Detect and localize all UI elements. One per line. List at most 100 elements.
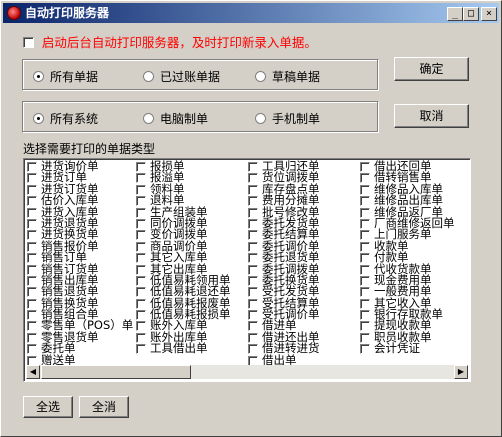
doc-type-item[interactable]: 工具借出单 [136, 343, 231, 355]
doc-type-checkbox[interactable] [136, 173, 146, 184]
doc-type-checkbox[interactable] [248, 207, 258, 218]
doc-type-checkbox[interactable] [248, 344, 258, 355]
doc-type-checkbox[interactable] [27, 184, 37, 195]
doc-type-checkbox[interactable] [136, 310, 146, 321]
doc-type-checkbox[interactable] [136, 264, 146, 275]
doc-type-checkbox[interactable] [136, 162, 146, 172]
doc-type-checkbox[interactable] [136, 241, 146, 252]
doc-type-checkbox[interactable] [136, 207, 146, 218]
minimize-button[interactable]: _ [447, 7, 463, 21]
scroll-right-icon[interactable]: ▶ [454, 365, 468, 379]
doc-type-checkbox[interactable] [136, 298, 146, 309]
autostart-option[interactable]: 启动后台自动打印服务器，及时打印新录入单据。 [23, 34, 317, 50]
doc-type-checkbox[interactable] [360, 287, 370, 298]
doc-types-list: 进货询价单 进货订单 进货订货单 估价入库单 进货入库单 进货退货单 进货换货单 销售报价单销… [23, 158, 471, 382]
doc-type-checkbox[interactable] [360, 344, 370, 355]
doc-type-checkbox[interactable] [248, 230, 258, 241]
doc-type-checkbox[interactable] [27, 344, 37, 355]
doc-type-checkbox[interactable] [136, 218, 146, 229]
doc-type-checkbox[interactable] [360, 264, 370, 275]
doc-type-checkbox[interactable] [27, 310, 37, 321]
doc-type-checkbox[interactable] [136, 196, 146, 207]
radio-icon[interactable] [143, 71, 154, 82]
system-option-pc[interactable]: 电脑制单 [143, 111, 208, 126]
maximize-button[interactable]: □ [463, 7, 479, 21]
doc-type-checkbox[interactable] [27, 173, 37, 184]
doc-type-checkbox[interactable] [360, 310, 370, 321]
scroll-thumb[interactable] [41, 365, 191, 379]
status-option-posted[interactable]: 已过账单据 [143, 69, 220, 84]
cancel-button[interactable]: 取消 [394, 104, 469, 128]
doc-type-checkbox[interactable] [27, 298, 37, 309]
ok-button[interactable]: 确定 [394, 57, 469, 81]
doc-type-checkbox[interactable] [27, 162, 37, 172]
doc-type-item[interactable]: 会计凭证 [360, 343, 455, 355]
doc-type-checkbox[interactable] [248, 298, 258, 309]
doc-type-checkbox[interactable] [27, 287, 37, 298]
doc-type-checkbox[interactable] [360, 253, 370, 264]
doc-type-checkbox[interactable] [360, 298, 370, 309]
doc-type-checkbox[interactable] [360, 332, 370, 343]
doc-type-checkbox[interactable] [248, 310, 258, 321]
doc-type-checkbox[interactable] [27, 253, 37, 264]
doc-type-checkbox[interactable] [136, 230, 146, 241]
doc-type-checkbox[interactable] [248, 241, 258, 252]
doc-type-checkbox[interactable] [248, 162, 258, 172]
autostart-checkbox[interactable] [23, 37, 34, 48]
doc-type-checkbox[interactable] [136, 287, 146, 298]
radio-icon[interactable] [143, 113, 154, 124]
doc-type-checkbox[interactable] [360, 321, 370, 332]
doc-type-checkbox[interactable] [27, 207, 37, 218]
doc-type-checkbox[interactable] [27, 332, 37, 343]
doc-type-checkbox[interactable] [360, 162, 370, 172]
system-option-all[interactable]: 所有系统 [33, 111, 98, 126]
scroll-left-icon[interactable]: ◀ [26, 365, 40, 379]
system-filter-group: 所有系统 电脑制单 手机制单 [22, 101, 379, 133]
doc-type-checkbox[interactable] [360, 241, 370, 252]
doc-type-checkbox[interactable] [27, 196, 37, 207]
doc-type-checkbox[interactable] [27, 230, 37, 241]
doc-type-checkbox[interactable] [248, 321, 258, 332]
doc-type-checkbox[interactable] [248, 275, 258, 286]
doc-type-checkbox[interactable] [248, 184, 258, 195]
doc-type-checkbox[interactable] [248, 218, 258, 229]
select-none-button[interactable]: 全消 [79, 396, 129, 418]
radio-icon[interactable] [33, 113, 44, 124]
doc-type-checkbox[interactable] [27, 321, 37, 332]
doc-type-checkbox[interactable] [360, 275, 370, 286]
status-option-draft[interactable]: 草稿单据 [255, 69, 320, 84]
doc-type-checkbox[interactable] [136, 275, 146, 286]
doc-types-column-4: 借出还回单 借转销售单 维修品入库单 维修品出库单 维修品返厂单 厂商维修返回单 上门服务单… [360, 160, 455, 355]
doc-type-checkbox[interactable] [136, 184, 146, 195]
close-button[interactable]: × [481, 7, 497, 21]
doc-type-checkbox[interactable] [248, 196, 258, 207]
doc-types-column-3: 工具归还单 货位调拨单 库存盘点单 费用分摊单 批号修改单 委托发货单 委托结算单 委托调价单… [248, 160, 320, 366]
doc-type-checkbox[interactable] [360, 207, 370, 218]
system-option-mobile[interactable]: 手机制单 [255, 111, 320, 126]
radio-icon[interactable] [255, 113, 266, 124]
doc-type-checkbox[interactable] [360, 196, 370, 207]
radio-icon[interactable] [255, 71, 266, 82]
doc-type-checkbox[interactable] [360, 230, 370, 241]
doc-type-checkbox[interactable] [360, 184, 370, 195]
title-bar[interactable]: 自动打印服务器 _ □ × [3, 3, 499, 23]
status-option-all[interactable]: 所有单据 [33, 69, 98, 84]
doc-type-checkbox[interactable] [248, 173, 258, 184]
doc-type-checkbox[interactable] [27, 264, 37, 275]
doc-type-checkbox[interactable] [136, 253, 146, 264]
doc-type-checkbox[interactable] [27, 275, 37, 286]
doc-type-checkbox[interactable] [248, 287, 258, 298]
select-all-button[interactable]: 全选 [23, 396, 73, 418]
doc-type-checkbox[interactable] [360, 218, 370, 229]
doc-type-checkbox[interactable] [27, 218, 37, 229]
doc-type-checkbox[interactable] [136, 344, 146, 355]
doc-type-checkbox[interactable] [360, 173, 370, 184]
doc-type-checkbox[interactable] [27, 241, 37, 252]
doc-type-checkbox[interactable] [248, 264, 258, 275]
doc-type-checkbox[interactable] [248, 253, 258, 264]
doc-type-checkbox[interactable] [248, 332, 258, 343]
horizontal-scrollbar[interactable]: ◀ ▶ [26, 365, 468, 379]
doc-type-checkbox[interactable] [136, 332, 146, 343]
radio-icon[interactable] [33, 71, 44, 82]
doc-type-checkbox[interactable] [136, 321, 146, 332]
